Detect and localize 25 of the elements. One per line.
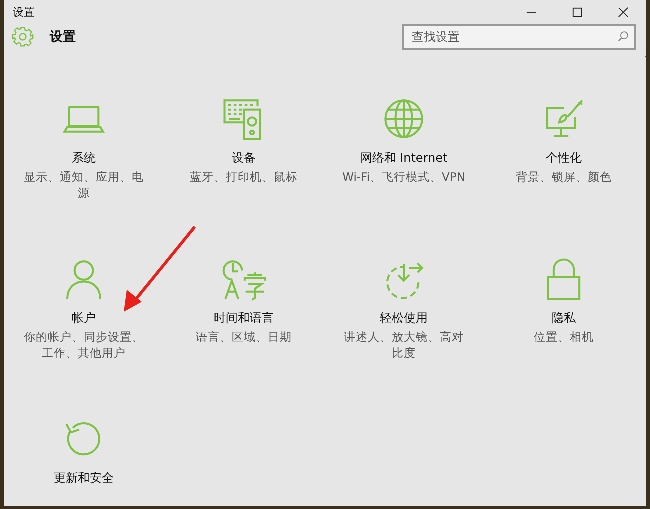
tile-title[interactable]: 设备 [232,150,256,167]
tile-title[interactable]: 隐私 [552,310,576,327]
tile-title[interactable]: 轻松使用 [380,310,428,327]
tile-description: 位置、相机 [533,329,595,345]
window-title: 设置 [13,4,35,20]
search-icon [618,31,629,42]
page-title: 设置 [50,29,77,46]
tile-description: 蓝牙、打印机、鼠标 [189,169,299,185]
tile-title[interactable]: 更新和安全 [54,470,114,487]
tile-description: Wi-Fi、飞行模式、VPN [342,169,466,185]
globe-icon[interactable] [382,97,426,141]
tile-title[interactable]: 系统 [72,150,96,167]
search-field[interactable]: 查找设置 [402,24,636,50]
settings-icon [12,26,34,48]
tile-description: 你的帐户、同步设置、工作、其他用户 [23,329,145,361]
tile-title[interactable]: 帐户 [72,310,96,327]
tile-title[interactable]: 网络和 Internet [360,150,448,167]
close-icon [618,6,628,18]
tile-title[interactable]: 时间和语言 [214,310,274,327]
tile-description: 背景、锁屏、颜色 [515,169,613,185]
tile-description: 显示、通知、应用、电源 [23,169,145,201]
tile-description: 讲述人、放大镜、高对比度 [343,329,465,361]
tile-title[interactable]: 个性化 [546,150,582,167]
maximize-icon [572,6,582,18]
tile-description: 语言、区域、日期 [195,329,293,345]
